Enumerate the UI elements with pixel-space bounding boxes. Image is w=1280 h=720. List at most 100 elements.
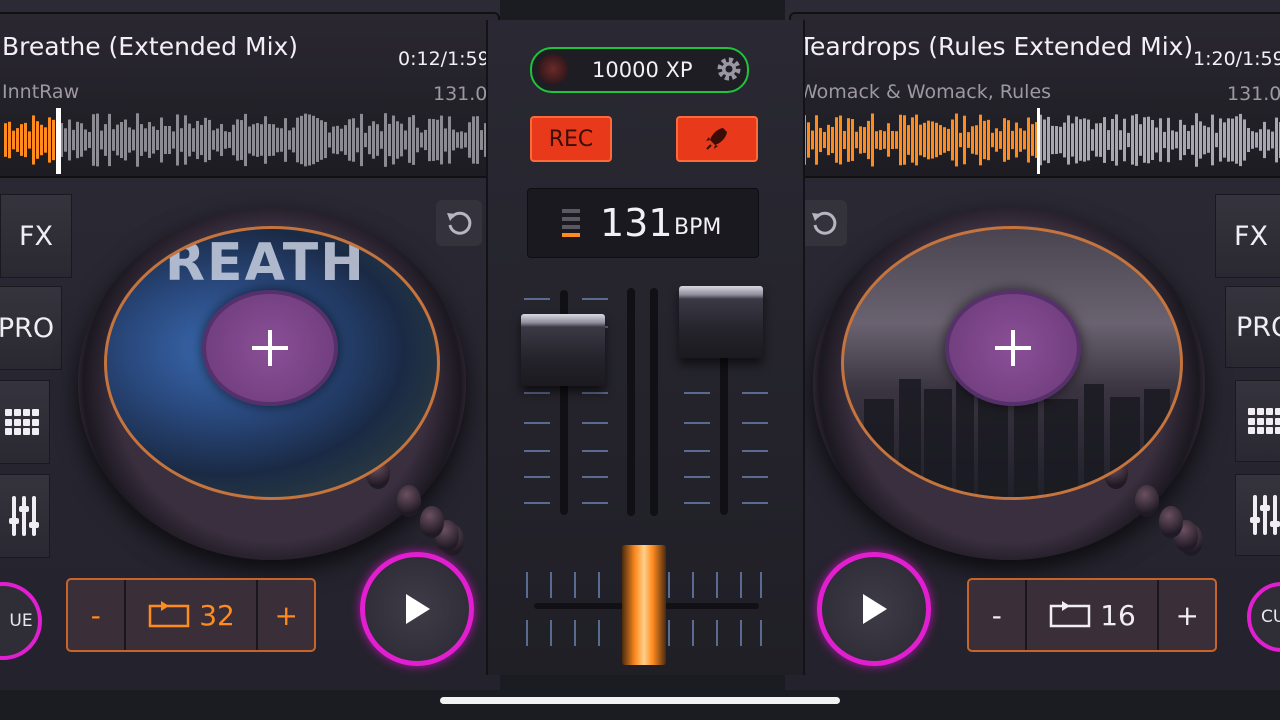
deck-a-track-title: Breathe (Extended Mix) (2, 32, 299, 61)
deck-a-track-time: 0:12/1:59 (398, 48, 490, 70)
deck-a-eq-button[interactable] (0, 474, 50, 558)
deck-a-pro-button[interactable]: PRO (0, 286, 62, 370)
deck-b-reset-button[interactable] (801, 200, 847, 246)
deck-a-fx-button[interactable]: FX (0, 194, 72, 278)
channel-b-fader-knob[interactable] (679, 286, 763, 358)
deck-a-loop-toggle[interactable]: 32 (126, 580, 259, 650)
deck-b-track-time: 1:20/1:59 (1193, 48, 1280, 70)
deck-a-reset-button[interactable] (436, 200, 482, 246)
deck-a-fx-label: FX (18, 220, 54, 252)
fader-scale-tick (684, 450, 710, 452)
deck-a-loop-plus-label: + (274, 598, 298, 632)
fader-scale-tick (684, 392, 710, 394)
deck-b-track-artist: Womack & Womack, Rules (799, 81, 1052, 103)
deck-b-playhead[interactable] (1037, 108, 1040, 174)
fader-scale-tick (742, 422, 768, 424)
jog-dimple (396, 485, 421, 518)
fader-scale-tick (582, 298, 608, 300)
fader-scale-tick (684, 476, 710, 478)
deck-a-loop-value: 32 (199, 598, 235, 632)
crossfader-scale-tick (574, 620, 576, 646)
deck-a-track-bpm: 131.0 (433, 83, 488, 105)
crossfader-scale-tick (716, 572, 718, 598)
deck-b-cue-button[interactable]: CU (1247, 582, 1280, 652)
crossfader-scale-tick (598, 620, 600, 646)
fader-scale-tick (524, 392, 550, 394)
fader-scale-tick (742, 392, 768, 394)
deck-a-playhead[interactable] (56, 108, 61, 174)
fader-scale-tick (524, 422, 550, 424)
fader-scale-tick (684, 422, 710, 424)
grid-icon (5, 409, 39, 435)
deck-b-pro-button[interactable]: PRO (1225, 286, 1280, 368)
deck-b-loop-minus-label: - (991, 598, 1002, 632)
deck-a-pro-label: PRO (0, 312, 55, 344)
deck-a-grid-button[interactable] (0, 380, 50, 464)
fader-scale-tick (524, 476, 550, 478)
deck-a-play-button[interactable] (360, 552, 474, 666)
deck-b-fx-button[interactable]: FX (1215, 194, 1280, 278)
deck-b-fx-label: FX (1233, 220, 1269, 252)
crossfader-scale-tick (740, 620, 742, 646)
equalizer-icon (1250, 495, 1280, 535)
deck-b-play-button[interactable] (817, 552, 931, 666)
deck-b-loop-toggle[interactable]: 16 (1027, 580, 1160, 650)
crossfader-scale-tick (760, 572, 762, 598)
deck-b-eq-button[interactable] (1235, 474, 1280, 556)
deck-b-jog-wheel[interactable] (813, 208, 1205, 560)
crossfader-scale-tick (550, 620, 552, 646)
settings-gear-icon[interactable] (714, 54, 744, 84)
deck-b-loop-value: 16 (1100, 598, 1136, 632)
deck-a-waveform[interactable] (4, 106, 494, 174)
fader-scale-tick (582, 392, 608, 394)
fader-scale-tick (582, 476, 608, 478)
vu-meter-b (650, 288, 658, 516)
boost-button[interactable] (676, 116, 758, 162)
deck-a-jog-wheel[interactable]: REATH (78, 208, 466, 560)
deck-a-album-art-text: REATH (165, 233, 366, 293)
reset-icon (812, 211, 837, 235)
crossfader-scale-tick (668, 620, 670, 646)
avatar[interactable] (538, 54, 568, 84)
play-icon (863, 594, 887, 624)
deck-b-grid-button[interactable] (1235, 380, 1280, 462)
channel-a-fader-knob[interactable] (521, 314, 605, 386)
grid-icon (1248, 408, 1280, 434)
xp-value: 10000 XP (592, 58, 693, 82)
deck-b-loop-minus-button[interactable]: - (969, 580, 1027, 650)
fader-scale-tick (742, 502, 768, 504)
crossfader-knob[interactable] (622, 545, 666, 665)
crossfader-scale-tick (692, 620, 694, 646)
deck-a-waveform-graphic (4, 113, 494, 167)
rocket-icon (706, 128, 727, 150)
fader-scale-tick (524, 298, 550, 300)
deck-b-loop-plus-button[interactable]: + (1159, 580, 1215, 650)
deck-b-load-track-button[interactable] (945, 290, 1081, 406)
deck-a-loop-plus-button[interactable]: + (258, 580, 314, 650)
loop-icon (148, 601, 190, 628)
deck-a-track-panel: Breathe (Extended Mix) InntRaw 0:12/1:59… (0, 12, 500, 178)
deck-b-track-panel: Teardrops (Rules Extended Mix) Womack & … (789, 12, 1280, 178)
bpm-level-icon (562, 209, 580, 237)
reset-icon (447, 211, 472, 235)
deck-a-loop-control: - 32 + (66, 578, 316, 652)
deck-a-loop-minus-button[interactable]: - (68, 580, 126, 650)
loop-icon (1049, 601, 1091, 628)
deck-b-loop-control: - 16 + (967, 578, 1217, 652)
home-indicator[interactable] (440, 697, 840, 704)
fader-scale-tick (524, 450, 550, 452)
plus-icon (995, 330, 1031, 366)
deck-a-load-track-button[interactable] (202, 290, 338, 406)
fader-scale-tick (582, 502, 608, 504)
crossfader-scale-tick (550, 572, 552, 598)
deck-a-cue-button[interactable]: UE (0, 582, 42, 660)
crossfader-scale-tick (668, 572, 670, 598)
crossfader-scale-tick (598, 572, 600, 598)
xp-badge[interactable]: 10000 XP (530, 47, 749, 93)
fader-scale-tick (684, 502, 710, 504)
bpm-value: 131 (600, 201, 673, 245)
bpm-display[interactable]: 131 BPM (527, 188, 759, 258)
fader-scale-tick (582, 450, 608, 452)
deck-b: Teardrops (Rules Extended Mix) Womack & … (785, 0, 1280, 690)
record-button[interactable]: REC (530, 116, 612, 162)
